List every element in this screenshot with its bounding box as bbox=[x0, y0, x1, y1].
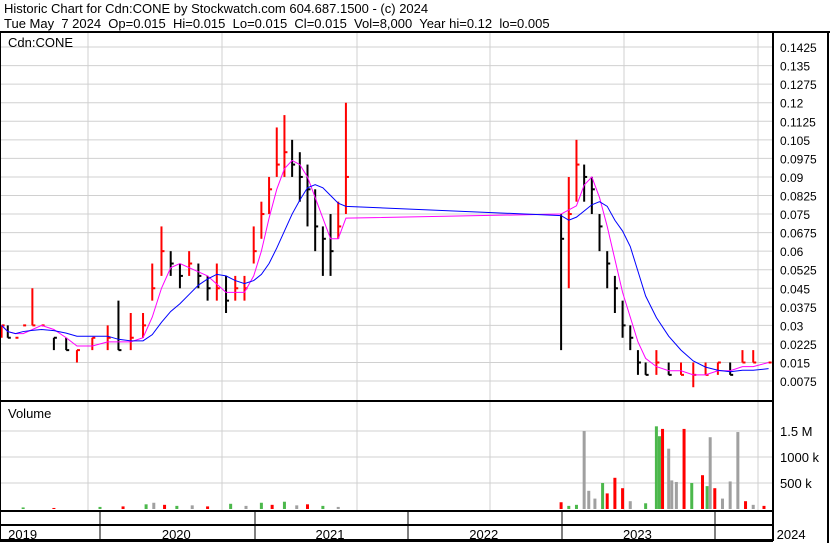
volume-bar bbox=[701, 475, 705, 509]
volume-bar bbox=[559, 502, 563, 509]
volume-bar bbox=[336, 506, 340, 509]
volume-bar bbox=[321, 505, 325, 509]
volume-bar bbox=[654, 426, 658, 509]
volume-bar bbox=[762, 505, 766, 509]
price-tick-label: 0.105 bbox=[780, 134, 810, 148]
year-label: 2024 bbox=[777, 527, 806, 542]
volume-bar bbox=[282, 501, 286, 509]
volume-bar bbox=[628, 501, 632, 509]
price-tick-label: 0.135 bbox=[780, 60, 810, 74]
volume-bar bbox=[720, 498, 724, 509]
price-tick-label: 0.0225 bbox=[780, 338, 817, 352]
volume-bar bbox=[661, 428, 665, 509]
volume-bar bbox=[270, 504, 274, 509]
volume-bar bbox=[667, 448, 671, 509]
price-tick-label: 0.03 bbox=[780, 319, 804, 333]
price-tick-label: 0.0075 bbox=[780, 375, 817, 389]
volume-bar bbox=[751, 504, 755, 509]
volume-bar bbox=[244, 505, 248, 509]
volume-bar bbox=[574, 504, 578, 509]
volume-bar bbox=[708, 437, 712, 509]
volume-bar bbox=[175, 505, 179, 509]
chart-window: Historic Chart for Cdn:CONE by Stockwatc… bbox=[0, 0, 830, 543]
year-label: 2020 bbox=[162, 527, 191, 542]
price-tick-label: 0.075 bbox=[780, 208, 810, 222]
volume-bar bbox=[601, 483, 605, 509]
volume-bar bbox=[152, 502, 156, 509]
price-tick-label: 0.0675 bbox=[780, 227, 817, 241]
volume-bar bbox=[644, 503, 648, 509]
year-label: 2019 bbox=[8, 527, 37, 542]
volume-bar bbox=[206, 506, 210, 509]
volume-bar bbox=[98, 506, 102, 509]
volume-bar bbox=[682, 428, 686, 509]
volume-bar bbox=[305, 504, 309, 509]
volume-bar bbox=[690, 483, 694, 509]
year-label: 2022 bbox=[469, 527, 498, 542]
price-tick-label: 0.1425 bbox=[780, 41, 817, 55]
price-tick-label: 0.12 bbox=[780, 97, 804, 111]
volume-bar bbox=[259, 502, 263, 509]
volume-tick-label: 500 k bbox=[780, 476, 812, 491]
volume-tick-label: 1000 k bbox=[780, 450, 820, 465]
year-label: 2021 bbox=[316, 527, 345, 542]
volume-bar bbox=[744, 501, 748, 509]
volume-bar bbox=[190, 505, 194, 509]
price-tick-label: 0.0975 bbox=[780, 152, 817, 166]
price-tick-label: 0.1125 bbox=[780, 115, 816, 129]
volume-bar bbox=[163, 504, 167, 509]
volume-bar bbox=[587, 490, 591, 509]
volume-tick-label: 1.5 M bbox=[780, 424, 813, 439]
symbol-label: Cdn:CONE bbox=[8, 35, 73, 50]
volume-bar bbox=[621, 488, 625, 509]
volume-bar bbox=[713, 488, 717, 509]
volume-bar bbox=[736, 432, 740, 509]
volume-bar bbox=[670, 480, 674, 509]
volume-bar bbox=[613, 477, 617, 509]
volume-bar bbox=[52, 507, 56, 509]
price-tick-label: 0.06 bbox=[780, 245, 804, 259]
price-tick-label: 0.015 bbox=[780, 356, 810, 370]
volume-bar bbox=[121, 506, 125, 509]
year-label: 2023 bbox=[623, 527, 652, 542]
price-tick-label: 0.0525 bbox=[780, 264, 817, 278]
volume-bar bbox=[705, 486, 709, 509]
price-tick-label: 0.09 bbox=[780, 171, 804, 185]
volume-bar bbox=[605, 493, 609, 509]
price-tick-label: 0.045 bbox=[780, 282, 810, 296]
price-tick-label: 0.0375 bbox=[780, 301, 817, 315]
volume-bar bbox=[144, 504, 148, 509]
price-volume-chart: Cdn:CONE Volume 0.1425 0.135 0.1275 0.12 0.1… bbox=[0, 31, 830, 543]
volume-bar bbox=[295, 505, 299, 509]
volume-bar bbox=[567, 505, 571, 509]
volume-bar bbox=[582, 431, 586, 509]
volume-label: Volume bbox=[8, 406, 51, 421]
volume-bar bbox=[728, 481, 732, 509]
price-tick-label: 0.0825 bbox=[780, 189, 817, 203]
volume-bar bbox=[229, 503, 233, 509]
volume-bar bbox=[21, 507, 25, 509]
short-moving-average-line bbox=[1, 159, 769, 376]
volume-bar bbox=[657, 436, 661, 509]
price-tick-label: 0.1275 bbox=[780, 78, 817, 92]
volume-bar bbox=[674, 481, 678, 509]
volume-bar bbox=[593, 498, 597, 509]
